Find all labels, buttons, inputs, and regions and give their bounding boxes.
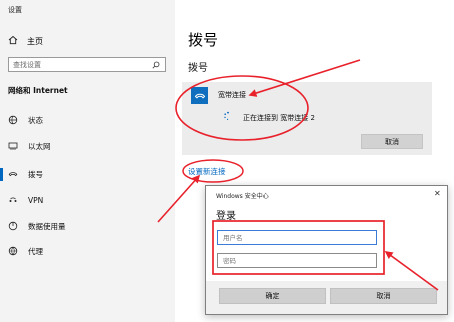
search-icon[interactable] bbox=[152, 61, 160, 71]
sidebar-item-home-label: 主页 bbox=[27, 36, 43, 46]
cancel-connection-button[interactable]: 取消 bbox=[361, 134, 423, 149]
connection-name: 宽带连接 bbox=[218, 91, 246, 99]
close-icon[interactable]: ✕ bbox=[434, 189, 441, 198]
sidebar-item-label: 以太网 bbox=[28, 141, 51, 151]
sidebar-item-label: VPN bbox=[28, 195, 44, 205]
sidebar-item-vpn[interactable]: VPN bbox=[8, 193, 168, 207]
active-indicator bbox=[0, 168, 3, 181]
sidebar-item-proxy[interactable]: 代理 bbox=[8, 244, 168, 258]
cancel-button[interactable]: 取消 bbox=[330, 288, 437, 304]
data-usage-icon bbox=[8, 221, 18, 231]
dialog-title: Windows 安全中心 bbox=[216, 193, 269, 200]
sidebar-item-label: 数据使用量 bbox=[28, 221, 66, 231]
ethernet-icon bbox=[8, 141, 18, 151]
settings-search-box[interactable] bbox=[8, 57, 166, 72]
connection-card[interactable]: 宽带连接 正在连接到 宽带连接 2 取消 bbox=[182, 82, 432, 155]
sidebar-item-dialup[interactable]: 拨号 bbox=[8, 167, 168, 181]
sidebar-item-label: 拨号 bbox=[28, 169, 43, 179]
sidebar-item-data-usage[interactable]: 数据使用量 bbox=[8, 219, 168, 233]
app-title: 设置 bbox=[8, 6, 22, 14]
home-icon bbox=[8, 35, 18, 47]
proxy-globe-icon bbox=[8, 246, 18, 256]
sidebar-item-home[interactable]: 主页 bbox=[8, 34, 43, 48]
globe-status-icon bbox=[8, 115, 18, 125]
sidebar-item-label: 代理 bbox=[28, 246, 43, 256]
connection-status: 正在连接到 宽带连接 2 bbox=[243, 114, 315, 122]
dialup-connection-icon bbox=[191, 87, 208, 104]
sidebar-section-heading: 网络和 Internet bbox=[8, 86, 68, 95]
vpn-icon bbox=[8, 195, 18, 205]
sidebar-item-ethernet[interactable]: 以太网 bbox=[8, 139, 168, 153]
username-field[interactable] bbox=[217, 230, 377, 245]
dialog-footer: 确定 取消 bbox=[206, 281, 447, 314]
page-title: 拨号 bbox=[188, 31, 219, 49]
dialog-heading: 登录 bbox=[216, 211, 236, 222]
loading-spinner-icon bbox=[223, 111, 233, 123]
ok-button[interactable]: 确定 bbox=[219, 288, 326, 304]
settings-sidebar: 设置 主页 网络和 Internet 状态 以太网 拨号 bbox=[0, 0, 175, 322]
windows-security-dialog: Windows 安全中心 ✕ 登录 确定 取消 bbox=[205, 185, 448, 315]
password-field[interactable] bbox=[217, 253, 377, 268]
sidebar-item-status[interactable]: 状态 bbox=[8, 113, 168, 127]
search-input[interactable] bbox=[13, 60, 153, 69]
sidebar-item-label: 状态 bbox=[28, 115, 43, 125]
setup-new-connection-link[interactable]: 设置新连接 bbox=[188, 166, 226, 177]
section-title: 拨号 bbox=[188, 63, 208, 74]
dialup-icon bbox=[8, 169, 18, 179]
